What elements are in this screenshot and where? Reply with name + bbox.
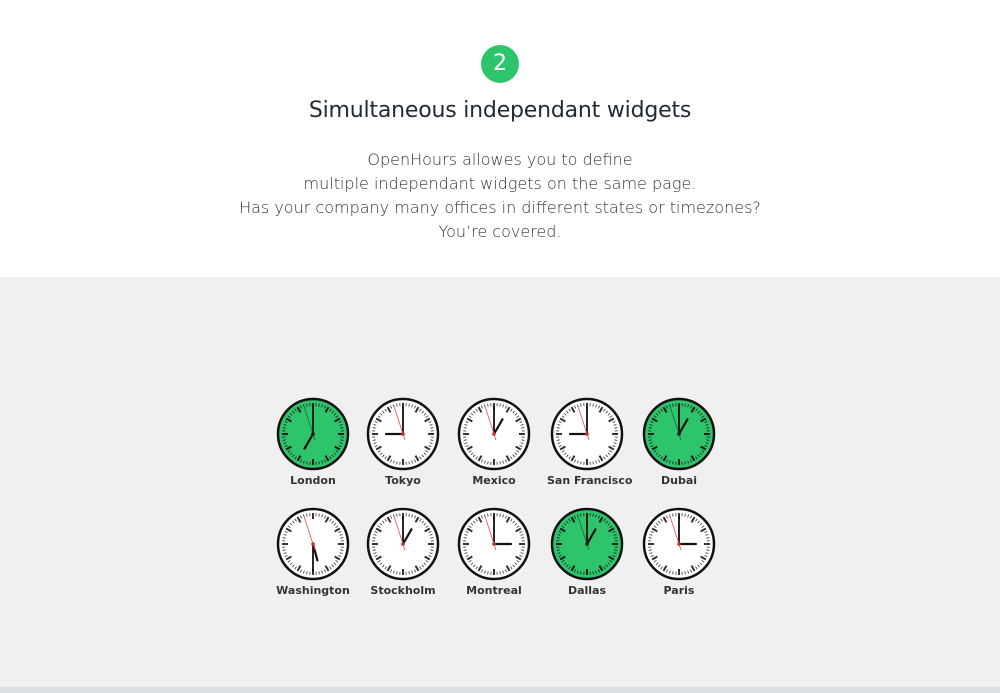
section-description: OpenHours allowes you to define multiple… [0,148,1000,244]
description-line: multiple independant widgets on the same… [303,174,697,193]
clock-face-icon [366,507,440,581]
clock-center-pin [311,542,315,546]
clock-city-label: Dallas [567,584,607,597]
clock-widget: Washington [273,507,353,597]
clock-widget: Tokyo [363,397,443,487]
clock-center-pin [677,542,681,546]
clock-city-label: Stockholm [370,584,436,597]
clock-face-icon [550,507,624,581]
clock-city-label: Mexico [472,474,516,487]
clock-widget: Montreal [454,507,534,597]
clock-face-icon [642,397,716,471]
clock-face-icon [457,397,531,471]
clock-face-icon [457,507,531,581]
clock-widget: Paris [639,507,719,597]
clock-widget: San Francisco [547,397,633,487]
step-badge: 2 [481,45,519,83]
clock-center-pin [401,432,405,436]
clock-center-pin [492,542,496,546]
clock-face-icon [550,397,624,471]
clock-widget: Dubai [639,397,719,487]
description-line: OpenHours allowes you to define [367,150,633,169]
clock-center-pin [401,542,405,546]
footer-bar [0,687,1000,693]
clock-face-icon [366,397,440,471]
clock-city-label: London [290,474,336,487]
clock-city-label: Montreal [466,584,522,597]
clock-center-pin [585,542,589,546]
clock-center-pin [677,432,681,436]
section-title: Simultaneous independant widgets [308,98,692,123]
clock-center-pin [492,432,496,436]
clock-widget: Mexico [454,397,534,487]
clock-city-label: San Francisco [547,474,633,487]
clock-city-label: Dubai [660,474,698,487]
clock-widget: Stockholm [363,507,443,597]
intro-section: 2 Simultaneous independant widgets OpenH… [0,0,1000,277]
clock-widget: Dallas [547,507,627,597]
description-line: You’re covered. [438,222,562,241]
clock-face-icon [276,397,350,471]
clock-city-label: Paris [663,584,695,597]
clock-city-label: Washington [276,584,350,597]
clock-center-pin [311,432,315,436]
clock-face-icon [276,507,350,581]
clock-city-label: Tokyo [385,474,421,487]
clock-widget: London [273,397,353,487]
clock-face-icon [642,507,716,581]
description-line: Has your company many offices in differe… [239,198,761,217]
clock-center-pin [585,432,589,436]
